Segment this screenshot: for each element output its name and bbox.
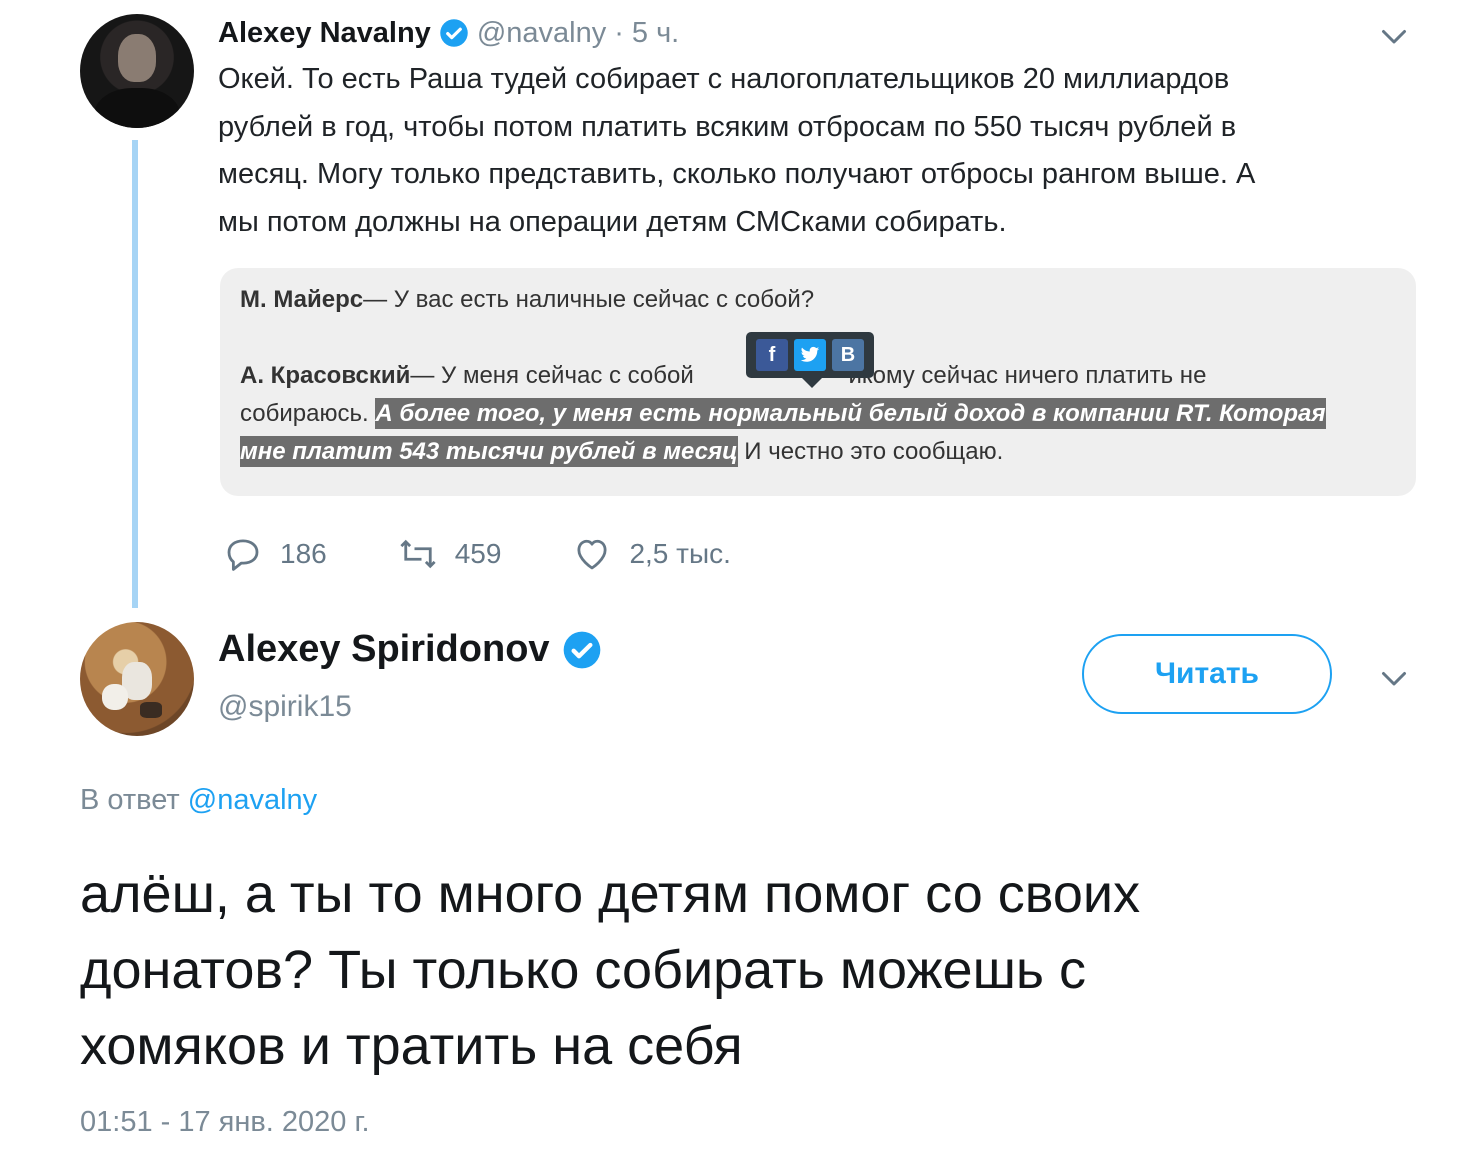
tweet1-text: Окей. То есть Раша тудей собирает с нало…: [218, 56, 1418, 246]
tweet1-text-line: Окей. То есть Раша тудей собирает с нало…: [218, 63, 1230, 95]
tweet1-text-line: мы потом должны на операции детям СМСкам…: [218, 205, 1007, 238]
tweet2-text-line: донатов? Ты только собирать можешь с: [80, 940, 1087, 1000]
avatar-navalny[interactable]: [80, 14, 194, 128]
quote-text: И честно это сообщаю.: [737, 438, 1004, 465]
quote-text: собираюсь.: [240, 400, 376, 427]
quote-line-4: мне платит 543 тысячи рублей в месяц И ч…: [240, 436, 1004, 467]
share-popup-arrow: [802, 378, 822, 388]
avatar-face: [118, 34, 156, 82]
chevron-down-icon[interactable]: [1376, 18, 1412, 54]
tweet1-text-line: рублей в год, чтобы потом платить всяким…: [218, 110, 1237, 143]
tweet1-author-name[interactable]: Alexey Navalny: [218, 17, 431, 50]
follow-button[interactable]: Читать: [1082, 634, 1332, 714]
quote-text: — У вас есть наличные сейчас с собой?: [363, 286, 815, 313]
tweet2-author-name[interactable]: Alexey Spiridonov: [218, 628, 550, 671]
quote-line-1: М. Майерс— У вас есть наличные сейчас с …: [240, 286, 814, 314]
quote-highlighted-text: мне платит 543 тысячи рублей в месяц: [240, 436, 738, 467]
tweet1-actions: 186 459 2,5 тыс.: [222, 530, 801, 578]
tweet1-separator: ·: [614, 16, 624, 49]
tweet1-header: Alexey Navalny @navalny · 5 ч.: [218, 14, 679, 52]
quote-highlighted-text: А более того, у меня есть нормальный бел…: [375, 398, 1326, 429]
like-icon: [577, 539, 607, 570]
reply-mention-link[interactable]: @navalny: [188, 784, 317, 816]
twitter-share-button[interactable]: [794, 339, 826, 371]
tweet1-text-line: месяц. Могу только представить, сколько …: [218, 158, 1256, 190]
retweet-button[interactable]: 459: [397, 533, 502, 575]
facebook-share-button[interactable]: f: [756, 339, 788, 371]
vk-share-button[interactable]: В: [832, 339, 864, 371]
retweet-icon: [400, 539, 436, 569]
tweet2-text: алёш, а ты то много детям помог со своих…: [80, 856, 1400, 1084]
tweet2-text-line: хомяков и тратить на себя: [80, 1016, 743, 1076]
twitter-bird-icon: [800, 346, 820, 362]
quote-text: — У меня сейчас с собой: [410, 362, 701, 389]
avatar-figure: [102, 684, 128, 710]
avatar-figure: [140, 702, 162, 718]
tweet2-text-line: алёш, а ты то много детям помог со своих: [80, 864, 1141, 924]
tweet1-time[interactable]: 5 ч.: [632, 17, 679, 50]
verified-badge-icon: [440, 19, 468, 47]
tweet1-handle[interactable]: @navalny: [477, 17, 606, 50]
like-count: 2,5 тыс.: [629, 538, 731, 569]
avatar-spiridonov[interactable]: [80, 622, 194, 736]
verified-badge-icon: [563, 631, 600, 668]
thread-line: [132, 140, 138, 608]
avatar-body: [94, 88, 180, 128]
tweet2-handle[interactable]: @spirik15: [218, 690, 352, 724]
retweet-count: 459: [454, 538, 502, 569]
chevron-down-icon[interactable]: [1376, 660, 1412, 696]
tweet2-author: Alexey Spiridonov: [218, 628, 602, 671]
reply-button[interactable]: 186: [222, 533, 327, 575]
reply-icon: [227, 539, 259, 571]
like-button[interactable]: 2,5 тыс.: [571, 533, 731, 575]
quote-line-2: А. Красовский— У меня сейчас с собой ико…: [240, 362, 1206, 390]
quote-speaker: М. Майерс: [240, 286, 364, 313]
quote-line-3: собираюсь. А более того, у меня есть нор…: [240, 398, 1326, 429]
quote-text: икому сейчас ничего платить не: [848, 362, 1207, 389]
reply-prefix: В ответ: [80, 784, 188, 816]
reply-context: В ответ @navalny: [80, 784, 317, 817]
share-popup: f В: [746, 332, 874, 388]
reply-count: 186: [280, 538, 327, 569]
tweet2-timestamp[interactable]: 01:51 - 17 янв. 2020 г.: [80, 1106, 370, 1139]
quote-speaker: А. Красовский: [240, 362, 411, 389]
